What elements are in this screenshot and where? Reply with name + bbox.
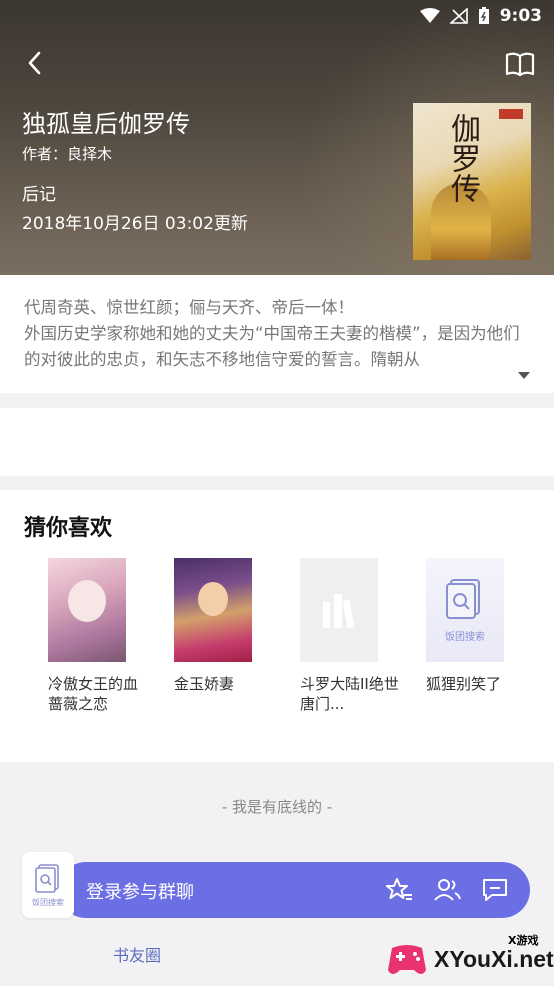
recommendations-title: 猜你喜欢 (24, 516, 113, 541)
book-title: 独孤皇后伽罗传 (22, 110, 190, 138)
status-bar: 9:03 (419, 0, 554, 32)
cover-brand-text: 饭团搜索 (445, 631, 485, 643)
book-description[interactable]: 代周奇英、惊世红颜；俪与天齐、帝后一体！ 外国历史学家称她和她的丈夫为“中国帝王… (0, 275, 554, 393)
recommendation-item[interactable]: 金玉娇妻 (174, 558, 274, 694)
recommendation-item[interactable]: 斗罗大陆II绝世唐门... (300, 558, 400, 714)
recommendation-label: 狐狸别笑了 (426, 675, 502, 693)
recommendation-label: 冷傲女王的血蔷薇之恋 (48, 675, 139, 713)
cover-publisher-mark (499, 109, 523, 119)
signal-icon (449, 8, 468, 24)
placeholder-books-icon (323, 594, 355, 629)
recommendation-label: 金玉娇妻 (174, 675, 235, 693)
recommendation-cover (300, 558, 378, 662)
recommendations-section: 猜你喜欢 冷傲女王的血蔷薇之恋 金玉娇妻 斗罗大陆II绝世唐门... 饭团搜索 … (0, 490, 554, 762)
status-time: 9:03 (499, 6, 542, 26)
book-detail-page: 9:03 独孤皇后伽罗传 作者：良择木 后记 2018年10月26日 03:02… (0, 0, 554, 986)
description-text: 代周奇英、惊世红颜；俪与天齐、帝后一体！ 外国历史学家称她和她的丈夫为“中国帝王… (24, 298, 520, 369)
open-book-icon[interactable] (504, 50, 536, 78)
recommendation-item[interactable]: 冷傲女王的血蔷薇之恋 (48, 558, 148, 714)
search-doc-icon (35, 863, 59, 893)
expand-arrow-icon[interactable] (518, 372, 530, 379)
message-icon[interactable] (480, 876, 510, 904)
recommendation-cover (48, 558, 126, 662)
group-chat-bar[interactable]: 登录参与群聊 (58, 862, 530, 918)
book-cover: 伽罗传 (413, 103, 531, 260)
end-of-list-text: - 我是有底线的 - (221, 798, 333, 816)
latest-chapter[interactable]: 后记 (22, 180, 56, 205)
wifi-icon (419, 8, 440, 23)
recommendation-cover: 饭团搜索 (426, 558, 504, 662)
recommendation-label: 斗罗大陆II绝世唐门... (300, 675, 399, 713)
group-chat-label: 登录参与群聊 (86, 882, 194, 903)
book-circle-link[interactable]: 书友圈 (113, 942, 161, 966)
star-list-icon[interactable] (384, 876, 414, 904)
search-doc-icon (446, 578, 480, 619)
gamepad-logo-icon (388, 945, 426, 974)
members-icon[interactable] (432, 876, 462, 904)
cover-title-text: 伽罗传 (445, 113, 480, 203)
site-watermark: X游戏 XYouXi.net (384, 932, 554, 986)
book-author: 作者：良择木 (22, 145, 113, 163)
recommendation-cover (174, 558, 252, 662)
update-time: 2018年10月26日 03:02更新 (22, 214, 248, 234)
app-logo-tile[interactable]: 饭团搜索 (22, 852, 74, 918)
watermark-text: XYouXi.net (434, 946, 554, 972)
battery-icon (478, 7, 489, 24)
recommendation-item[interactable]: 饭团搜索 狐狸别笑了 (426, 558, 526, 694)
blank-section (0, 408, 554, 476)
logo-text: 饭团搜索 (32, 897, 64, 907)
book-header: 9:03 独孤皇后伽罗传 作者：良择木 后记 2018年10月26日 03:02… (0, 0, 554, 275)
back-arrow-icon[interactable] (20, 48, 50, 78)
